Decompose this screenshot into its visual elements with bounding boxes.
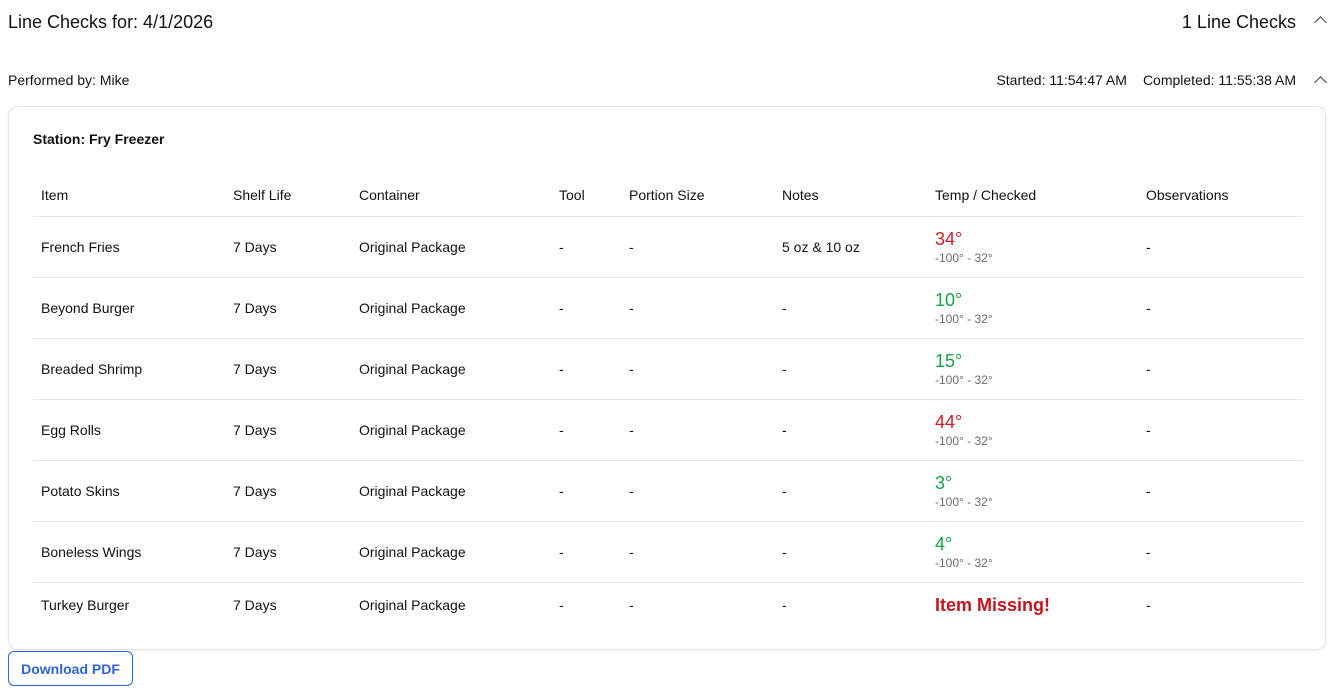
table-row: French Fries 7 Days Original Package - -5 oz… — [33, 216, 1303, 278]
shelf-life-cell: 7 Days — [225, 399, 351, 461]
temp-cell: 4° -100° - 32° — [927, 521, 1138, 583]
container-cell: Original Package — [351, 277, 551, 339]
tool-cell: - — [551, 521, 621, 583]
table-row: Beyond Burger 7 Days Original Package - - -10… — [33, 277, 1303, 339]
tool-cell: - — [551, 338, 621, 400]
column-header: Tool — [551, 173, 621, 217]
portion-size-cell: - — [621, 277, 774, 339]
portion-size-cell: - — [621, 521, 774, 583]
completed-time: Completed: 11:55:38 AM — [1142, 72, 1296, 88]
notes-cell: - — [774, 460, 927, 522]
notes-cell: - — [774, 399, 927, 461]
container-cell: Original Package — [351, 399, 551, 461]
temperature-reading: 44° — [935, 412, 963, 432]
item-missing-alert: Item Missing! — [935, 594, 1051, 615]
temp-cell: 44° -100° - 32° — [927, 399, 1138, 461]
notes-cell: - — [782, 597, 787, 613]
column-header: Temp / Checked — [927, 173, 1138, 217]
tool-cell: - — [551, 399, 621, 461]
shelf-life-cell: 7 Days — [225, 521, 351, 583]
portion-size-cell: - — [621, 216, 774, 278]
column-header: Portion Size — [621, 173, 774, 217]
item-cell: Egg Rolls — [33, 399, 225, 461]
temperature-reading: 15° — [935, 351, 963, 371]
column-header: Container — [351, 173, 551, 217]
temperature-range: -100° - 32° — [935, 434, 993, 448]
container-cell: Original Package — [351, 216, 551, 278]
notes-cell: - — [774, 277, 927, 339]
performed-by: Performed by: Mike — [8, 72, 130, 88]
check-times: Started: 11:54:47 AM Completed: 11:55:38 … — [996, 72, 1296, 88]
shelf-life-cell: 7 Days — [225, 460, 351, 522]
container-cell: Original Package — [351, 460, 551, 522]
portion-size-cell: - — [621, 460, 774, 522]
line-check-summary[interactable]: Performed by: Mike Started: 11:54:47 AM C… — [8, 70, 1328, 92]
chevron-up-icon[interactable] — [1314, 76, 1327, 89]
table-row: Turkey Burger 7 Days Original Package - - - It… — [33, 583, 1303, 628]
temp-cell: Item Missing! — [927, 583, 1138, 628]
table-row: Breaded Shrimp 7 Days Original Package - - -1… — [33, 338, 1303, 400]
station-label: Station: Fry Freezer — [33, 131, 165, 147]
portion-size-cell: - — [629, 597, 634, 613]
temp-cell: 3° -100° - 32° — [927, 460, 1138, 522]
line-checks-header[interactable]: Line Checks for: 4/1/2026 1 Line Checks — [8, 10, 1328, 38]
item-cell: Turkey Burger — [41, 597, 130, 613]
observations-cell: - — [1138, 216, 1303, 278]
notes-cell: - — [774, 521, 927, 583]
notes-cell: - — [774, 338, 927, 400]
tool-cell: - — [559, 597, 564, 613]
shelf-life-cell: 7 Days — [233, 597, 277, 613]
item-cell: French Fries — [33, 216, 225, 278]
item-cell: Breaded Shrimp — [33, 338, 225, 400]
line-checks-count: 1 Line Checks — [1181, 12, 1296, 32]
temperature-range: -100° - 32° — [935, 556, 993, 570]
container-cell: Original Package — [359, 597, 466, 613]
observations-cell: - — [1146, 597, 1151, 613]
observations-cell: - — [1138, 277, 1303, 339]
column-header: Shelf Life — [225, 173, 351, 217]
tool-cell: - — [551, 277, 621, 339]
observations-cell: - — [1138, 521, 1303, 583]
table-header-row: Item Shelf Life Container Tool Portion S… — [33, 173, 1303, 217]
line-check-table: Item Shelf Life Container Tool Portion S… — [33, 173, 1303, 627]
observations-cell: - — [1138, 399, 1303, 461]
table-row: Egg Rolls 7 Days Original Package - - -44° -10… — [33, 399, 1303, 461]
temperature-range: -100° - 32° — [935, 373, 993, 387]
station-card: Station: Fry Freezer Item Shelf Life Con… — [8, 106, 1326, 650]
portion-size-cell: - — [621, 338, 774, 400]
temperature-reading: 4° — [935, 534, 953, 554]
download-pdf-button[interactable]: Download PDF — [8, 651, 133, 686]
tool-cell: - — [551, 216, 621, 278]
shelf-life-cell: 7 Days — [225, 338, 351, 400]
table-row: Boneless Wings 7 Days Original Package - - -4… — [33, 521, 1303, 583]
notes-cell: 5 oz & 10 oz — [774, 216, 927, 278]
chevron-up-icon[interactable] — [1314, 16, 1327, 29]
temperature-reading: 3° — [935, 473, 953, 493]
item-cell: Beyond Burger — [33, 277, 225, 339]
column-header: Item — [33, 173, 225, 217]
shelf-life-cell: 7 Days — [225, 277, 351, 339]
started-time: Started: 11:54:47 AM — [996, 72, 1127, 88]
temperature-range: -100° - 32° — [935, 251, 993, 265]
tool-cell: - — [551, 460, 621, 522]
page-title: Line Checks for: 4/1/2026 — [8, 12, 214, 32]
observations-cell: - — [1138, 338, 1303, 400]
temperature-range: -100° - 32° — [935, 312, 993, 326]
container-cell: Original Package — [351, 338, 551, 400]
observations-cell: - — [1138, 460, 1303, 522]
item-cell: Potato Skins — [33, 460, 225, 522]
shelf-life-cell: 7 Days — [225, 216, 351, 278]
temperature-reading: 34° — [935, 229, 963, 249]
temp-cell: 10° -100° - 32° — [927, 277, 1138, 339]
temp-cell: 34° -100° - 32° — [927, 216, 1138, 278]
temp-cell: 15° -100° - 32° — [927, 338, 1138, 400]
temperature-reading: 10° — [935, 290, 963, 310]
portion-size-cell: - — [621, 399, 774, 461]
table-row: Potato Skins 7 Days Original Package - - -3° -… — [33, 460, 1303, 522]
item-cell: Boneless Wings — [33, 521, 225, 583]
column-header: Notes — [774, 173, 927, 217]
container-cell: Original Package — [351, 521, 551, 583]
temperature-range: -100° - 32° — [935, 495, 993, 509]
column-header: Observations — [1138, 173, 1303, 217]
